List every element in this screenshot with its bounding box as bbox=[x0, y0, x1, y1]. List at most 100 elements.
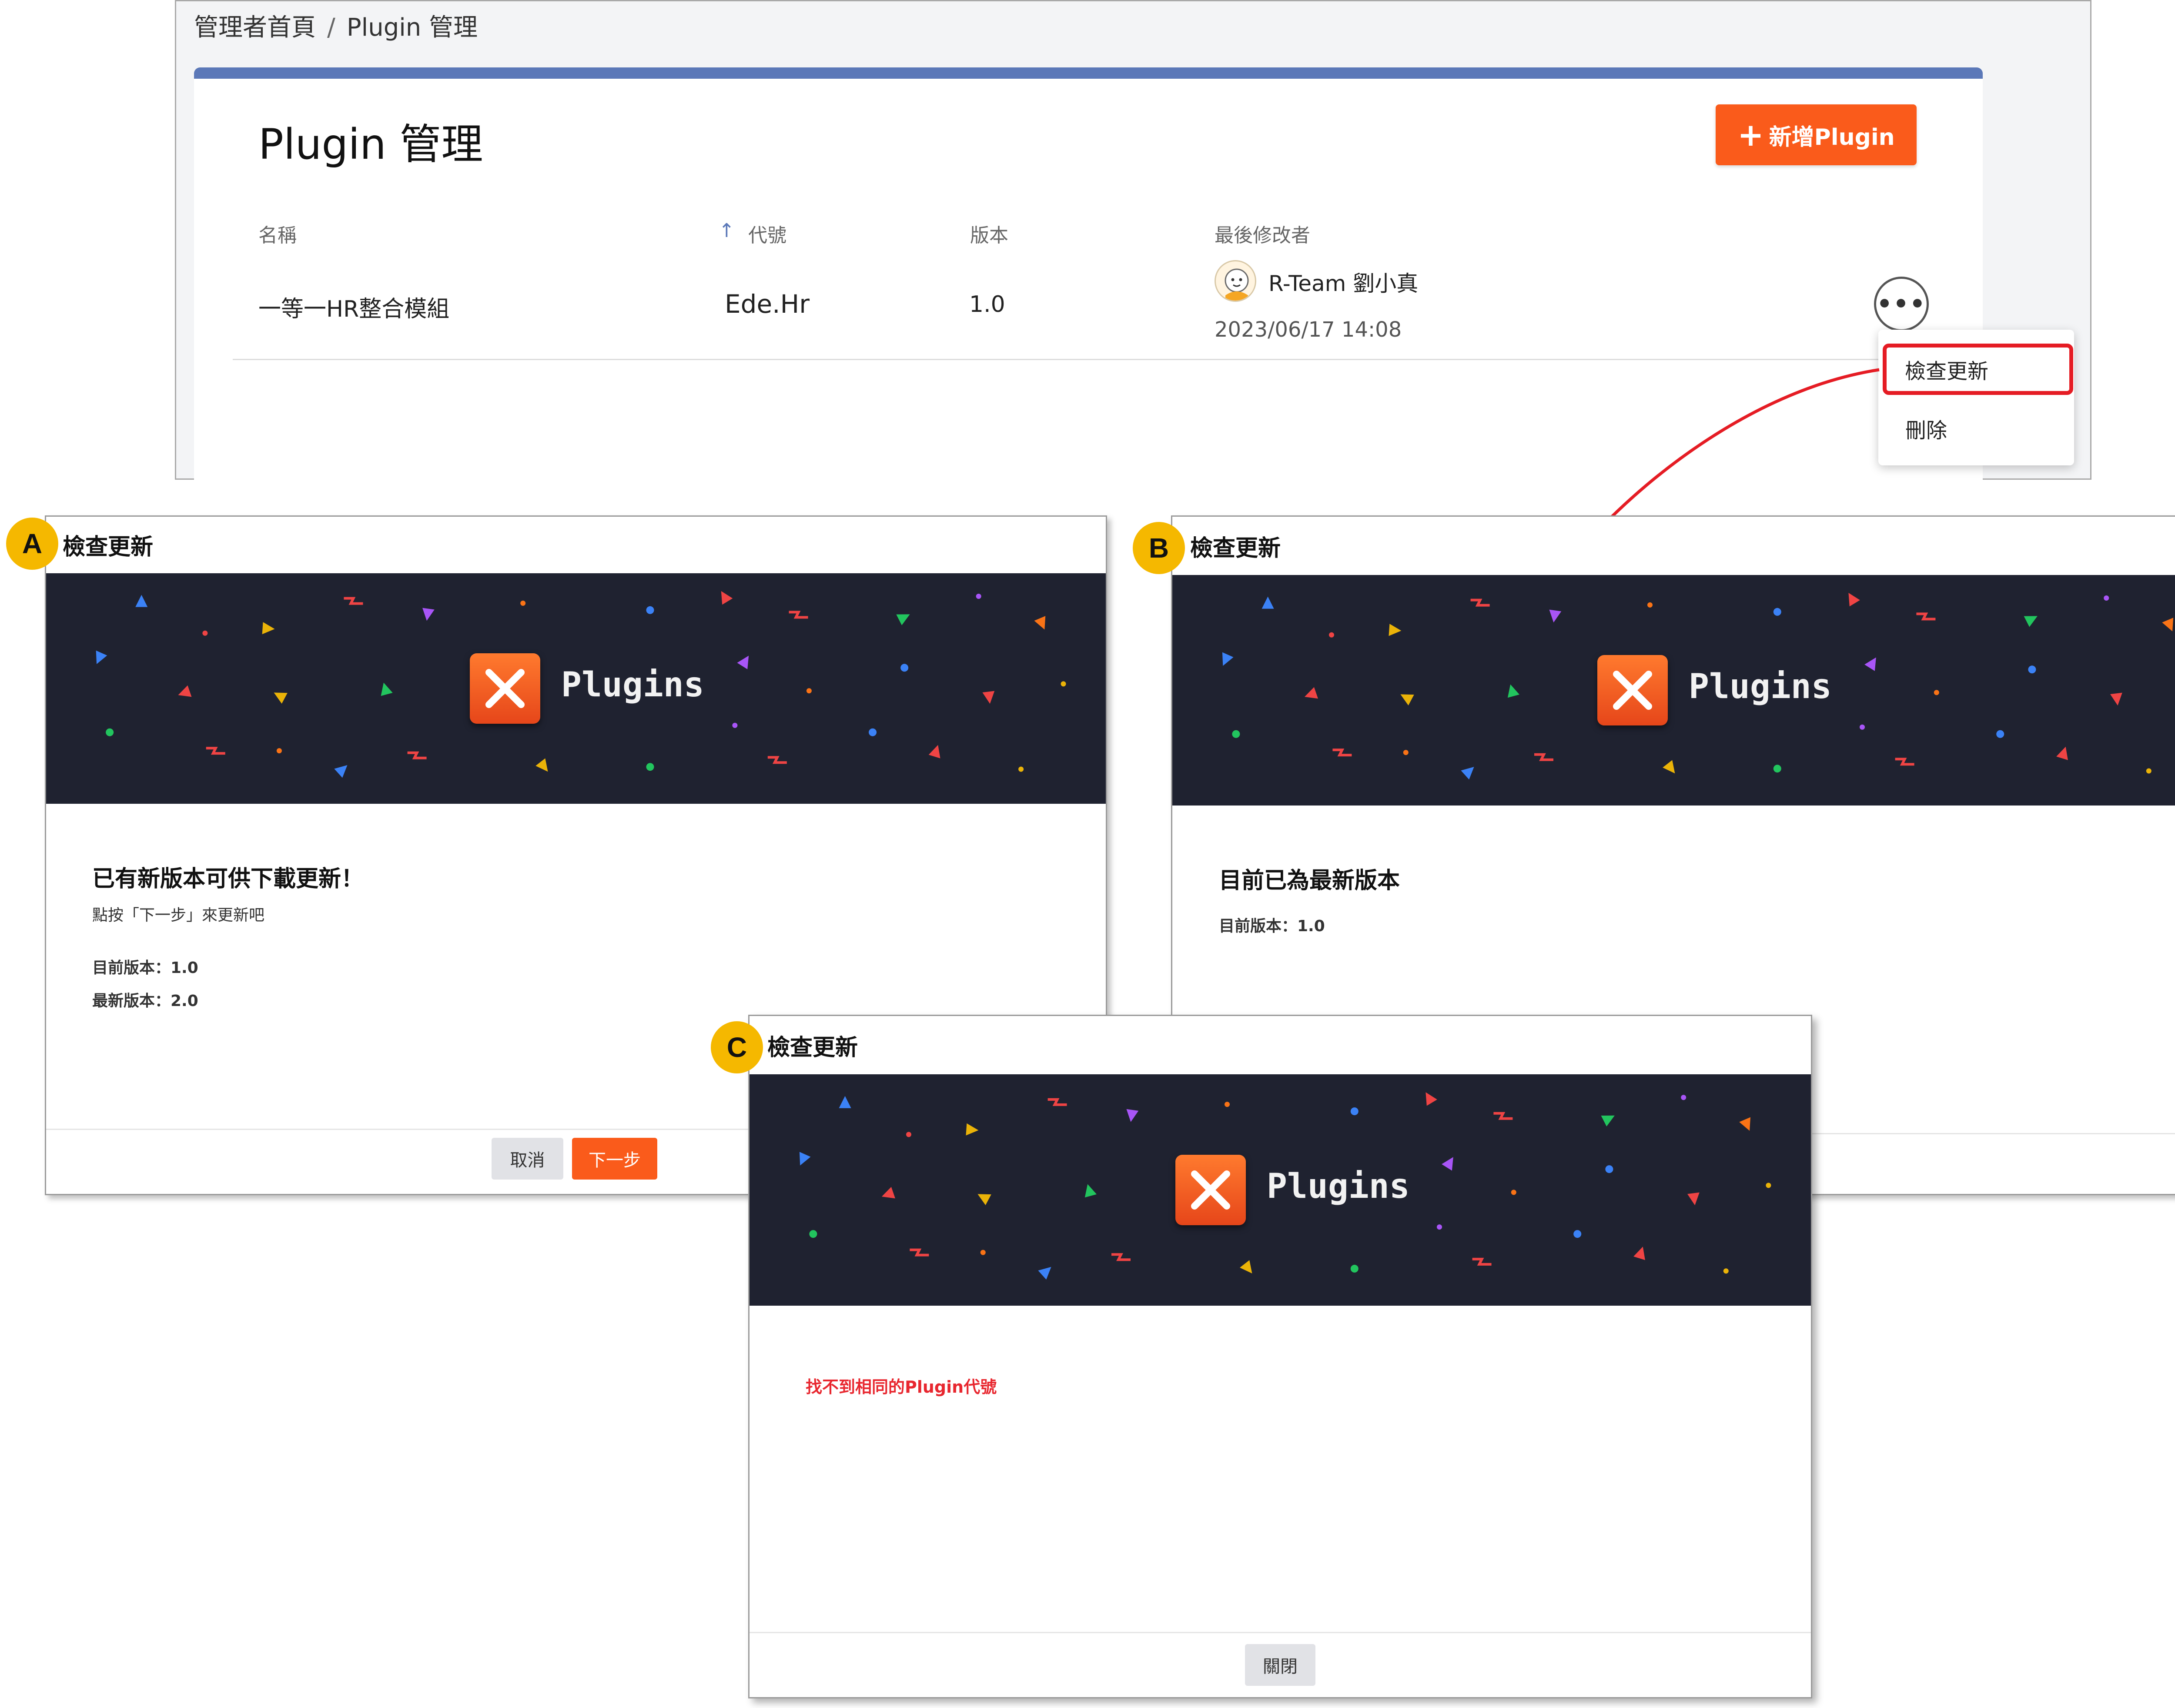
dialog-b-heading: 目前已為最新版本 bbox=[1219, 868, 1400, 894]
confetti-piece bbox=[928, 745, 940, 759]
dialog-c-error-message: 找不到相同的Plugin代號 bbox=[806, 1377, 997, 1397]
column-header-version[interactable]: 版本 bbox=[970, 220, 1008, 247]
confetti-piece bbox=[2146, 768, 2152, 774]
confetti-piece bbox=[1442, 1157, 1453, 1171]
confetti-piece bbox=[1681, 1095, 1686, 1100]
confetti-piece bbox=[1329, 632, 1334, 638]
confetti-piece bbox=[1996, 730, 2004, 738]
confetti-piece bbox=[206, 747, 225, 755]
confetti-piece bbox=[1773, 608, 1781, 616]
confetti-piece bbox=[1111, 1253, 1131, 1261]
breadcrumb-separator: / bbox=[327, 13, 335, 42]
confetti-piece bbox=[1126, 1109, 1139, 1122]
column-header-code[interactable]: 代號 bbox=[748, 220, 786, 247]
confetti-piece bbox=[1916, 612, 1936, 621]
confetti-piece bbox=[799, 1152, 811, 1166]
confetti-piece bbox=[1350, 1264, 1359, 1273]
confetti-piece bbox=[1605, 1165, 1613, 1173]
confetti-piece bbox=[274, 692, 288, 704]
confetti-piece bbox=[732, 722, 738, 728]
add-plugin-button[interactable]: + 新增Plugin bbox=[1716, 104, 1917, 165]
confetti-piece bbox=[276, 748, 282, 754]
confetti-piece bbox=[1425, 1092, 1437, 1106]
menu-item-delete[interactable]: 刪除 bbox=[1905, 413, 1947, 444]
confetti-piece bbox=[1723, 1268, 1729, 1274]
confetti-piece bbox=[2162, 618, 2174, 632]
confetti-piece bbox=[980, 1250, 986, 1255]
confetti-piece bbox=[1773, 765, 1781, 773]
confetti-piece bbox=[1663, 760, 1675, 774]
confetti-piece bbox=[1470, 598, 1490, 607]
arrow-up-icon: ↑ bbox=[719, 220, 735, 242]
confetti-piece bbox=[1493, 1112, 1513, 1120]
confetti-piece bbox=[966, 1123, 979, 1136]
confetti-piece bbox=[202, 630, 208, 636]
more-actions-button[interactable]: ••• bbox=[1874, 277, 1929, 331]
confetti-piece bbox=[881, 1187, 895, 1199]
menu-item-check-update[interactable]: 檢查更新 bbox=[1883, 344, 2073, 395]
confetti-piece bbox=[135, 595, 148, 607]
confetti-piece bbox=[2056, 746, 2068, 760]
confetti-piece bbox=[906, 1132, 911, 1137]
confetti-piece bbox=[1018, 766, 1024, 772]
confetti-piece bbox=[1549, 609, 1562, 623]
confetti-piece bbox=[869, 728, 877, 736]
row-plugin-version: 1.0 bbox=[969, 291, 1005, 318]
confetti-piece bbox=[1222, 652, 1234, 666]
confetti-piece bbox=[1332, 749, 1352, 757]
confetti-piece bbox=[520, 600, 526, 606]
confetti-piece bbox=[1848, 592, 1860, 607]
confetti-piece bbox=[737, 655, 749, 669]
dialog-a-hint: 點按「下一步」來更新吧 bbox=[92, 906, 265, 924]
confetti-piece bbox=[1038, 1267, 1051, 1280]
breadcrumb-home[interactable]: 管理者首頁 bbox=[194, 13, 316, 42]
next-button[interactable]: 下一步 bbox=[572, 1138, 657, 1180]
confetti-piece bbox=[1860, 724, 1865, 730]
column-header-modifier[interactable]: 最後修改者 bbox=[1215, 220, 1310, 247]
confetti-piece bbox=[334, 765, 348, 778]
confetti-piece bbox=[96, 650, 107, 664]
confetti-piece bbox=[900, 664, 909, 672]
confetti-piece bbox=[789, 611, 808, 619]
confetti-piece bbox=[1403, 750, 1409, 755]
cancel-button[interactable]: 取消 bbox=[492, 1138, 563, 1180]
confetti-piece bbox=[1389, 624, 1402, 636]
column-header-name[interactable]: 名稱 bbox=[258, 220, 297, 247]
plugins-logo-text: Plugins bbox=[1689, 667, 1832, 706]
confetti-piece bbox=[896, 614, 910, 625]
confetti-piece bbox=[1573, 1230, 1582, 1238]
label-badge-c: C bbox=[711, 1021, 763, 1073]
confetti-piece bbox=[2028, 665, 2036, 674]
confetti-piece bbox=[381, 682, 393, 696]
confetti-piece bbox=[1534, 753, 1553, 761]
confetti-piece bbox=[535, 758, 548, 772]
dialog-c-title: 檢查更新 bbox=[767, 1035, 858, 1061]
confetti-piece bbox=[1240, 1260, 1252, 1273]
confetti-piece bbox=[106, 728, 114, 736]
confetti-piece bbox=[1934, 690, 1939, 695]
confetti-piece bbox=[262, 622, 275, 635]
confetti-piece bbox=[721, 591, 733, 605]
add-plugin-label: 新增Plugin bbox=[1769, 124, 1895, 150]
confetti-piece bbox=[1400, 694, 1414, 705]
page-title: Plugin 管理 bbox=[258, 120, 483, 169]
dialog-b-banner bbox=[1172, 575, 2175, 806]
confetti-piece bbox=[1507, 684, 1519, 698]
confetti-piece bbox=[982, 691, 995, 704]
label-badge-a: A bbox=[6, 518, 58, 570]
close-button[interactable]: 關閉 bbox=[1245, 1644, 1315, 1686]
confetti-piece bbox=[1225, 1102, 1230, 1107]
avatar bbox=[1215, 260, 1256, 302]
plugins-logo-icon bbox=[1597, 655, 1668, 725]
dialog-b-current-version: 目前版本：1.0 bbox=[1219, 917, 1325, 935]
confetti-piece bbox=[422, 608, 435, 621]
confetti-piece bbox=[1047, 1098, 1067, 1106]
confetti-piece bbox=[1633, 1247, 1645, 1260]
confetti-piece bbox=[767, 756, 787, 764]
dialog-a-title: 檢查更新 bbox=[63, 534, 154, 560]
dialog-a-current-version: 目前版本：1.0 bbox=[92, 959, 198, 977]
confetti-piece bbox=[1864, 657, 1876, 671]
breadcrumb-current: Plugin 管理 bbox=[346, 13, 478, 42]
confetti-piece bbox=[976, 594, 981, 599]
row-plugin-name: 一等一HR整合模組 bbox=[258, 296, 450, 322]
